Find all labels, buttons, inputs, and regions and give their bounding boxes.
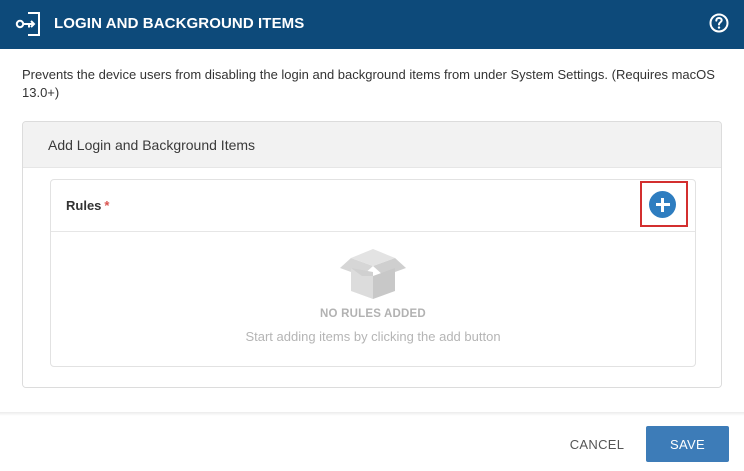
dialog-title: LOGIN AND BACKGROUND ITEMS [54, 15, 305, 32]
footer-divider [0, 412, 744, 416]
login-key-icon [15, 12, 40, 36]
save-button[interactable]: SAVE [646, 426, 729, 462]
rules-label: Rules * [66, 198, 109, 213]
section-title: Add Login and Background Items [48, 137, 256, 153]
rules-label-text: Rules [66, 198, 102, 213]
cancel-button[interactable]: CANCEL [556, 426, 638, 462]
help-circle-icon[interactable] [709, 13, 729, 33]
rules-header: Rules * [51, 180, 695, 232]
plus-circle-icon[interactable] [649, 191, 676, 218]
section-header: Add Login and Background Items [23, 122, 721, 168]
empty-state-subtitle: Start adding items by clicking the add b… [245, 329, 501, 344]
dialog-header: LOGIN AND BACKGROUND ITEMS [0, 0, 744, 49]
open-box-icon [340, 249, 406, 299]
required-marker: * [104, 198, 110, 213]
dialog-description: Prevents the device users from disabling… [22, 67, 715, 100]
empty-state-title: NO RULES ADDED [320, 308, 426, 320]
section-body: Rules * NO RULES ADDED Start adding items… [23, 168, 721, 387]
rules-panel: Rules * NO RULES ADDED Start adding items… [50, 179, 696, 367]
add-items-section: Add Login and Background Items Rules * NO… [22, 121, 722, 388]
